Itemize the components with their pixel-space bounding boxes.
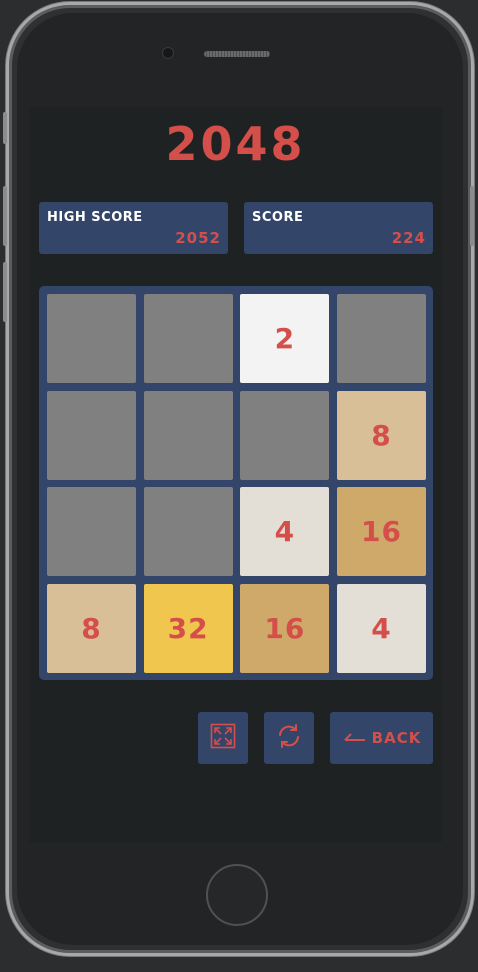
tile-8: 8 xyxy=(337,390,426,480)
tile-4: 4 xyxy=(240,487,330,577)
mute-switch xyxy=(3,112,7,144)
empty-tile xyxy=(47,294,136,383)
arrow-left-icon xyxy=(342,729,366,748)
power-button xyxy=(470,186,474,246)
volume-up-button xyxy=(3,186,7,246)
empty-tile xyxy=(47,487,136,577)
volume-down-button xyxy=(3,262,7,322)
tile-32: 32 xyxy=(143,584,233,673)
high-score-panel: HIGH SCORE 2052 xyxy=(39,202,228,254)
empty-tile xyxy=(47,390,136,480)
high-score-value: 2052 xyxy=(175,229,221,247)
game-title: 2048 xyxy=(165,117,306,171)
score-label: SCORE xyxy=(252,210,304,225)
fullscreen-button[interactable] xyxy=(198,712,248,764)
front-camera xyxy=(162,47,174,59)
expand-icon xyxy=(210,723,236,753)
home-button[interactable] xyxy=(206,864,268,926)
earpiece-speaker xyxy=(204,51,270,57)
empty-tile xyxy=(143,294,233,383)
empty-tile xyxy=(143,487,233,577)
empty-tile xyxy=(143,390,233,480)
restart-button[interactable] xyxy=(264,712,314,764)
tile-2: 2 xyxy=(240,294,330,383)
game-board[interactable]: 2 8 4 16 8 32 16 4 xyxy=(39,286,433,680)
back-label: BACK xyxy=(371,729,422,747)
tile-4: 4 xyxy=(337,584,426,673)
empty-tile xyxy=(240,390,330,480)
empty-tile xyxy=(337,294,426,383)
tile-8: 8 xyxy=(47,584,136,673)
score-value: 224 xyxy=(391,229,426,247)
high-score-label: HIGH SCORE xyxy=(47,210,143,225)
tile-16: 16 xyxy=(337,487,426,577)
refresh-icon xyxy=(276,723,302,753)
back-button[interactable]: BACK xyxy=(330,712,433,764)
tile-16: 16 xyxy=(240,584,330,673)
score-panel: SCORE 224 xyxy=(244,202,433,254)
game-screen: 2048 HIGH SCORE 2052 SCORE 224 2 8 4 16 8 32 1… xyxy=(29,107,442,842)
